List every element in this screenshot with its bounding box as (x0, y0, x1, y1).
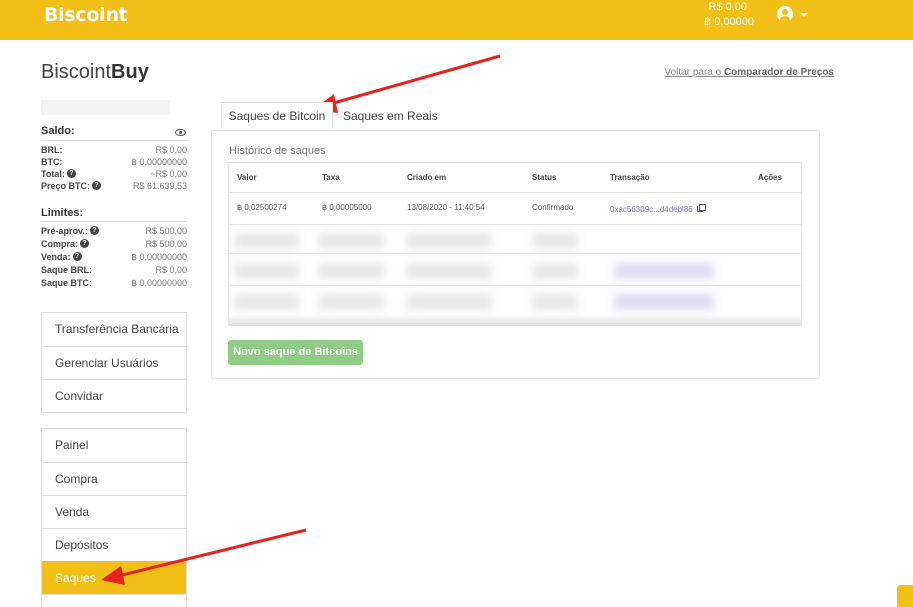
divider (229, 253, 801, 254)
limites-title: Limites: (41, 207, 84, 219)
cell-criado-em: 13/08/2020 - 11:40:54 (407, 203, 485, 212)
help-icon[interactable]: ? (80, 239, 90, 248)
cell-status: Confirmado (532, 203, 574, 212)
account-menu: Transferência Bancária Gerenciar Usuário… (41, 312, 187, 413)
limite-label: Venda:? (41, 252, 82, 262)
transaction-link[interactable]: 0xac56309c...d4debl86 (610, 205, 693, 214)
blurred-cell (319, 294, 384, 310)
saldo-value: R$ 0,00 (155, 145, 187, 155)
saldo-value: ~R$ 0,00 (150, 169, 187, 179)
limite-venda: Venda:? ฿ 0,00000000 (41, 252, 187, 264)
help-icon[interactable]: ? (89, 226, 99, 235)
help-icon[interactable]: ? (72, 252, 82, 261)
menu-item-gerenciar-usuarios[interactable]: Gerenciar Usuários (42, 346, 186, 379)
divider (229, 285, 801, 286)
limite-value: R$ 500,00 (145, 239, 187, 249)
saldo-label: BRL: (41, 145, 63, 155)
chevron-down-icon (800, 13, 808, 17)
limite-value: ฿ 0,00000000 (131, 278, 187, 288)
eye-icon[interactable] (175, 129, 186, 136)
divider (229, 224, 801, 225)
divider (41, 140, 187, 141)
brand-normal: Biscoint (41, 61, 112, 83)
menu-item-painel[interactable]: Painel (42, 429, 186, 462)
menu-item-compra[interactable]: Compra (42, 462, 186, 495)
divider (229, 192, 801, 193)
saldo-label: Preço BTC:? (41, 181, 102, 191)
copy-icon[interactable] (697, 204, 706, 212)
back-to-price-comparator-link[interactable]: Voltar para o Comparador de Preços (664, 67, 834, 78)
saldo-total: Total:? ~R$ 0,00 (41, 169, 187, 181)
hidden-username-bar (41, 100, 170, 115)
blurred-cell (614, 263, 714, 279)
blurred-cell (614, 294, 714, 310)
saldo-label: BTC: (41, 157, 63, 167)
limite-value: ฿ 0,00000000 (131, 252, 187, 262)
brand-bold: Buy (111, 61, 149, 83)
menu-item-saques[interactable]: Saques (42, 561, 186, 594)
blurred-cell (234, 263, 299, 279)
top-bar: Biscoint R$ 0,00 ฿ 0,00000 (0, 0, 913, 40)
tab-saques-em-reais[interactable]: Saques em Reais (343, 103, 438, 130)
menu-item-next[interactable] (42, 594, 186, 607)
limite-saque-btc: Saque BTC: ฿ 0,00000000 (41, 278, 187, 290)
column-header-criado-em: Criado em (407, 173, 447, 182)
user-icon (777, 6, 793, 22)
menu-item-depositos[interactable]: Depósitos (42, 528, 186, 561)
limite-label: Pré-aprov.:? (41, 226, 99, 236)
back-link-prefix: Voltar para o (664, 67, 724, 78)
limite-label: Compra:? (41, 239, 90, 249)
menu-item-convidar[interactable]: Convidar (42, 379, 186, 412)
cell-taxa: ฿ 0,00005000 (322, 203, 372, 212)
new-bitcoin-withdrawal-button[interactable]: Novo saque de Bitcoins (228, 340, 363, 365)
withdrawals-table: Valor Taxa Criado em Status Transação Aç… (228, 162, 802, 326)
limite-pre-aprov: Pré-aprov.:? R$ 500,00 (41, 226, 187, 238)
menu-item-venda[interactable]: Venda (42, 495, 186, 528)
blurred-cell (407, 294, 492, 310)
header-balance-brl: R$ 0,00 (708, 1, 747, 13)
blurred-cell (234, 233, 299, 249)
saldo-preco-btc: Preço BTC:? R$ 61.639,53 (41, 181, 187, 193)
saldo-title: Saldo: (41, 125, 75, 137)
saldo-value: ฿ 0,00000000 (131, 157, 187, 167)
saldo-value: R$ 61.639,53 (132, 181, 187, 191)
page-title: BiscointBuy (41, 61, 149, 84)
scroll-fade (229, 314, 801, 326)
blurred-cell (407, 263, 492, 279)
chat-widget-button[interactable] (897, 585, 913, 607)
withdrawals-history-title: Histórico de saques (229, 145, 326, 157)
cell-valor: ฿ 0,02500274 (237, 203, 287, 212)
divider (41, 221, 187, 222)
main-menu: Painel Compra Venda Depósitos Saques (41, 428, 187, 607)
back-link-bold: Comparador de Preços (723, 67, 834, 78)
limite-saque-brl: Saque BRL: R$ 0,00 (41, 265, 187, 277)
header-balance-btc: ฿ 0,00000 (704, 16, 754, 28)
menu-item-transferencia-bancaria[interactable]: Transferência Bancária (42, 313, 186, 346)
blurred-cell (532, 233, 577, 249)
blurred-cell (532, 263, 577, 279)
user-menu-button[interactable] (777, 6, 809, 26)
saldo-btc: BTC: ฿ 0,00000000 (41, 157, 187, 169)
saldo-label: Total:? (41, 169, 76, 179)
blurred-cell (532, 294, 577, 310)
limite-label: Saque BRL: (41, 265, 93, 275)
column-header-transacao: Transação (610, 173, 650, 182)
help-icon[interactable]: ? (66, 169, 76, 178)
logo[interactable]: Biscoint (44, 4, 128, 26)
blurred-cell (319, 263, 384, 279)
column-header-status: Status (532, 173, 557, 182)
tab-saques-de-bitcoin[interactable]: Saques de Bitcoin (221, 102, 333, 129)
limite-value: R$ 0,00 (155, 265, 187, 275)
limite-value: R$ 500,00 (145, 226, 187, 236)
column-header-valor: Valor (237, 173, 257, 182)
limite-label: Saque BTC: (41, 278, 93, 288)
blurred-cell (407, 233, 492, 249)
saldo-brl: BRL: R$ 0,00 (41, 145, 187, 157)
help-icon[interactable]: ? (92, 181, 102, 190)
blurred-cell (319, 233, 384, 249)
column-header-taxa: Taxa (322, 173, 340, 182)
blurred-cell (234, 294, 299, 310)
limite-compra: Compra:? R$ 500,00 (41, 239, 187, 251)
column-header-acoes: Ações (758, 173, 783, 182)
